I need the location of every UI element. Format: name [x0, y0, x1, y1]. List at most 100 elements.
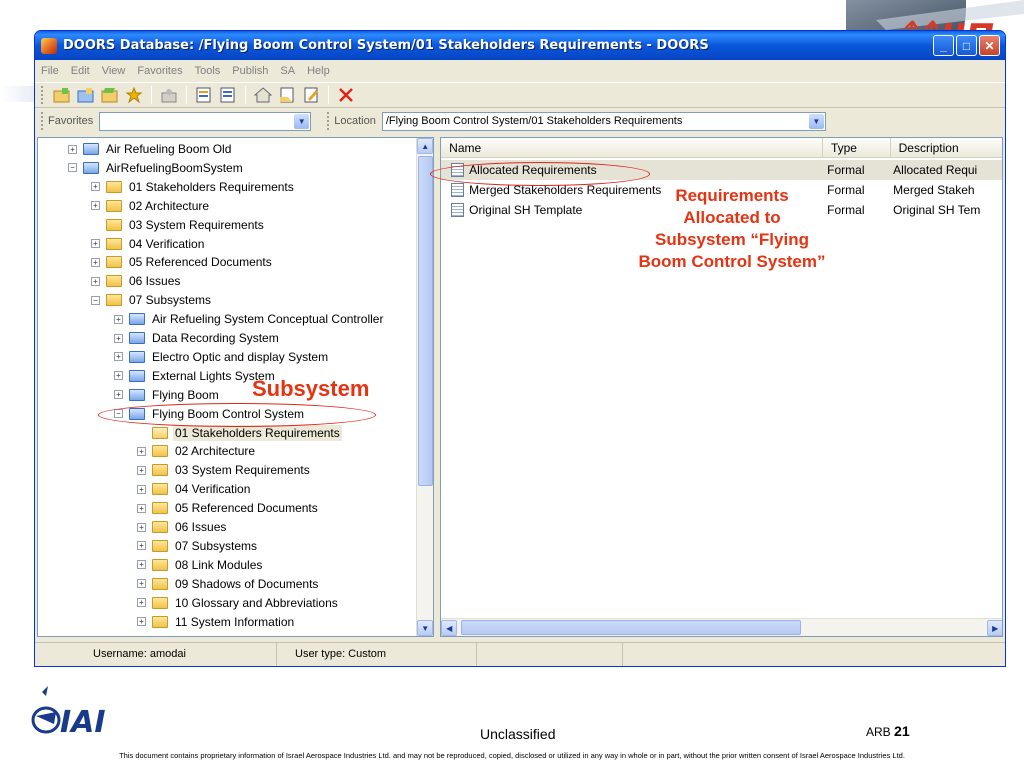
- chevron-down-icon[interactable]: ▼: [808, 113, 824, 129]
- tree-item[interactable]: + Data Recording System: [114, 329, 281, 347]
- expand-icon[interactable]: +: [91, 276, 100, 286]
- open-document-icon[interactable]: [277, 85, 297, 105]
- expand-icon[interactable]: +: [137, 522, 146, 532]
- new-folder-icon[interactable]: [52, 85, 72, 105]
- toolbar-grip[interactable]: [41, 86, 44, 104]
- folder-icon: [152, 521, 168, 533]
- expand-icon[interactable]: +: [114, 371, 123, 381]
- menu-publish[interactable]: Publish: [232, 65, 268, 77]
- tree-item-label: 03 System Requirements: [175, 463, 310, 478]
- tree-item[interactable]: + Electro Optic and display System: [114, 348, 330, 366]
- project-tree[interactable]: + Air Refueling Boom Old − AirRefuelingBoom…: [37, 137, 435, 637]
- tree-item[interactable]: +08 Link Modules: [137, 556, 264, 574]
- menu-favorites[interactable]: Favorites: [137, 65, 182, 77]
- tree-item[interactable]: + Air Refueling System Conceptual Control…: [114, 310, 385, 328]
- menu-help[interactable]: Help: [307, 65, 330, 77]
- scroll-right-icon[interactable]: ▶: [987, 620, 1003, 636]
- folder-icon: [152, 558, 168, 571]
- expand-icon[interactable]: +: [137, 541, 146, 551]
- tree-item[interactable]: +09 Shadows of Documents: [137, 575, 320, 593]
- tree-item[interactable]: +04 Verification: [137, 480, 252, 498]
- tree-item[interactable]: +02 Architecture: [91, 197, 211, 215]
- tree-item[interactable]: +06 Issues: [137, 518, 228, 536]
- tree-item[interactable]: +06 Issues: [91, 272, 182, 290]
- close-button[interactable]: ✕: [979, 35, 1000, 56]
- menu-tools[interactable]: Tools: [195, 65, 221, 77]
- column-header-type[interactable]: Type: [823, 138, 891, 157]
- tree-item[interactable]: +02 Architecture: [137, 442, 257, 460]
- expand-icon[interactable]: +: [91, 257, 100, 267]
- horizontal-scrollbar[interactable]: ◀ ▶: [441, 618, 1003, 636]
- tree-item[interactable]: +05 Referenced Documents: [91, 253, 274, 271]
- favorites-star-icon[interactable]: [124, 85, 144, 105]
- scroll-up-icon[interactable]: ▲: [417, 138, 434, 154]
- expand-icon[interactable]: +: [114, 390, 123, 400]
- menu-sa[interactable]: SA: [280, 65, 295, 77]
- home-icon[interactable]: [253, 85, 273, 105]
- subsystem-callout: Subsystem: [252, 376, 370, 401]
- chevron-down-icon[interactable]: ▼: [294, 113, 310, 129]
- doors-app-icon: [41, 37, 57, 54]
- project-icon: [129, 313, 145, 326]
- collapse-icon[interactable]: −: [91, 295, 100, 305]
- tree-item[interactable]: +03 System Requirements: [137, 461, 312, 479]
- delete-icon[interactable]: [336, 85, 356, 105]
- folder-icon: [106, 294, 122, 307]
- tree-item[interactable]: + Air Refueling Boom Old: [68, 140, 233, 158]
- collapse-icon[interactable]: −: [68, 163, 77, 173]
- expand-icon[interactable]: +: [137, 484, 146, 494]
- tree-item[interactable]: − 07 Subsystems: [91, 291, 213, 309]
- menu-edit[interactable]: Edit: [71, 65, 90, 77]
- column-header-description[interactable]: Description: [891, 138, 1002, 157]
- expand-icon[interactable]: +: [91, 201, 100, 211]
- folder-icon: [106, 180, 122, 193]
- folder-icon: [152, 539, 168, 552]
- expand-icon[interactable]: +: [137, 465, 146, 475]
- location-field[interactable]: /Flying Boom Control System/01 Stakehold…: [381, 111, 826, 131]
- expand-icon[interactable]: +: [91, 239, 100, 248]
- tree-scrollbar[interactable]: ▲ ▼: [416, 138, 434, 636]
- expand-icon[interactable]: +: [137, 503, 146, 513]
- scroll-thumb[interactable]: [461, 620, 802, 635]
- doors-window: DOORS Database: /Flying Boom Control Sys…: [34, 30, 1006, 667]
- subsystem-highlight-ellipse: [98, 403, 376, 427]
- tree-item[interactable]: + Flying Boom: [114, 386, 221, 404]
- expand-icon[interactable]: +: [137, 579, 146, 589]
- expand-icon[interactable]: +: [137, 598, 146, 608]
- tree-item[interactable]: − AirRefuelingBoomSystem: [68, 159, 245, 177]
- tree-item-label: 02 Architecture: [175, 444, 256, 459]
- tree-item[interactable]: +01 Stakeholders Requirements: [91, 178, 296, 196]
- menu-file[interactable]: File: [41, 65, 59, 77]
- expand-icon[interactable]: +: [68, 144, 77, 154]
- tree-item[interactable]: +11 System Information: [137, 613, 296, 631]
- open-icon[interactable]: [100, 85, 120, 105]
- maximize-button[interactable]: □: [956, 35, 977, 56]
- expand-icon[interactable]: +: [137, 560, 146, 570]
- scroll-down-icon[interactable]: ▼: [417, 620, 434, 636]
- menu-view[interactable]: View: [102, 65, 126, 77]
- tree-item[interactable]: +05 Referenced Documents: [137, 499, 320, 517]
- cell-description: Allocated Requi: [893, 163, 978, 177]
- scroll-left-icon[interactable]: ◀: [441, 620, 458, 636]
- expand-icon[interactable]: +: [114, 333, 123, 343]
- properties-icon[interactable]: [159, 85, 179, 105]
- scroll-thumb[interactable]: [418, 156, 434, 486]
- status-usertype: User type: Custom: [277, 643, 477, 666]
- favorites-combo[interactable]: ▼: [99, 111, 312, 131]
- expand-icon[interactable]: +: [91, 182, 100, 192]
- minimize-button[interactable]: _: [933, 35, 954, 56]
- tree-item[interactable]: +04 Verification: [91, 235, 206, 253]
- edit-module-icon[interactable]: [218, 85, 238, 105]
- edit-document-icon[interactable]: [301, 85, 321, 105]
- expand-icon[interactable]: +: [137, 617, 146, 626]
- title-bar[interactable]: DOORS Database: /Flying Boom Control Sys…: [35, 31, 1005, 60]
- new-module-icon[interactable]: [194, 85, 214, 105]
- new-project-icon[interactable]: [76, 85, 96, 105]
- column-header-name[interactable]: Name: [441, 138, 823, 157]
- tree-item[interactable]: +10 Glossary and Abbreviations: [137, 594, 340, 612]
- tree-item[interactable]: 03 System Requirements: [91, 216, 266, 234]
- expand-icon[interactable]: +: [114, 314, 123, 324]
- expand-icon[interactable]: +: [137, 446, 146, 456]
- expand-icon[interactable]: +: [114, 352, 123, 362]
- tree-item[interactable]: +07 Subsystems: [137, 537, 259, 555]
